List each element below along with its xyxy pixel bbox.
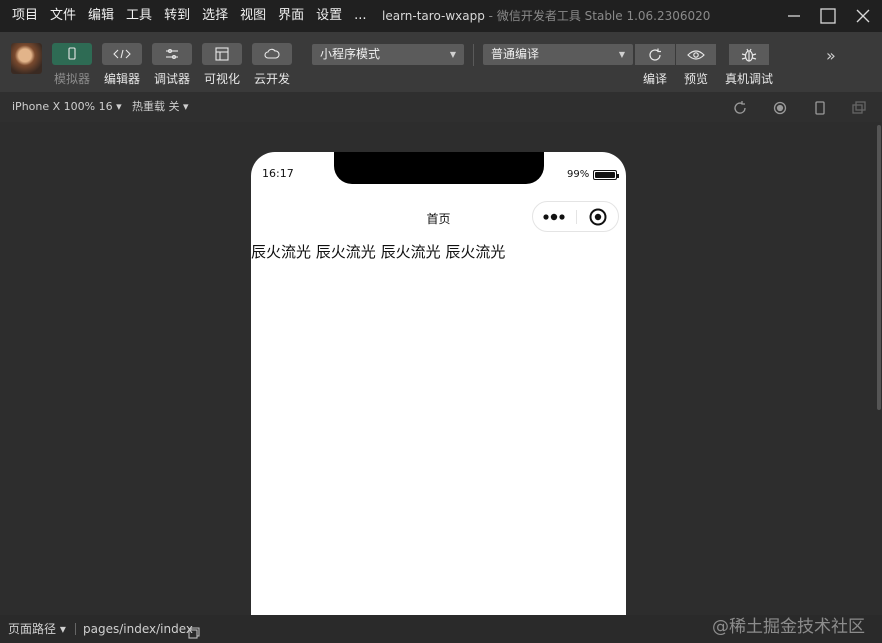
battery-tip	[617, 174, 619, 178]
menu-item-edit[interactable]: 编辑	[82, 0, 120, 32]
battery-percent: 99%	[567, 169, 590, 180]
capsule-menu[interactable]	[532, 201, 619, 232]
user-avatar[interactable]	[11, 43, 42, 74]
battery-fill	[595, 172, 615, 178]
popout-icon	[852, 101, 866, 114]
popout-button[interactable]	[852, 100, 866, 114]
compile-button[interactable]	[635, 44, 675, 65]
code-icon	[113, 49, 131, 59]
window-project-name: learn-taro-wxapp	[382, 9, 485, 23]
content-text: 辰火流光	[380, 243, 441, 261]
simulator-toggle-button[interactable]	[52, 43, 92, 65]
simulator-bar: iPhone X 100% 16 ▾ 热重载 关 ▾	[0, 92, 882, 122]
chevron-down-icon: ▾	[183, 100, 189, 113]
sliders-icon	[166, 48, 178, 60]
phone-icon	[68, 47, 76, 60]
visual-label: 可视化	[203, 72, 240, 86]
close-icon	[856, 9, 870, 23]
page-path-select[interactable]: 页面路径 ▾	[8, 615, 66, 643]
maximize-icon	[820, 8, 836, 24]
window-title: learn-taro-wxapp - 微信开发者工具 Stable 1.06.2…	[382, 0, 710, 32]
close-target-icon[interactable]	[589, 208, 607, 226]
simulator-label: 模拟器	[53, 72, 90, 86]
page-path-value: pages/index/index	[83, 622, 193, 636]
compile-label: 编译	[642, 72, 667, 86]
hot-reload-toggle[interactable]: 热重载 关 ▾	[132, 92, 189, 122]
mode-select-value: 小程序模式	[320, 47, 381, 61]
hot-reload-label: 热重载 关	[132, 100, 180, 113]
cloud-toggle-button[interactable]	[252, 43, 292, 65]
debugger-toggle-button[interactable]	[152, 43, 192, 65]
battery-icon	[593, 170, 619, 180]
rotate-button[interactable]	[733, 100, 747, 114]
page-path-label: 页面路径	[8, 622, 57, 636]
copy-path-button[interactable]	[188, 624, 200, 639]
scrollbar[interactable]	[877, 125, 881, 410]
menu-item-goto[interactable]: 转到	[158, 0, 196, 32]
status-time: 16:17	[262, 167, 294, 180]
cloud-label: 云开发	[253, 72, 290, 86]
minimize-icon	[788, 15, 800, 17]
page-content: 辰火流光 辰火流光 辰火流光 辰火流光	[251, 241, 505, 262]
editor-toggle-button[interactable]	[102, 43, 142, 65]
copy-icon	[188, 627, 200, 639]
chevron-down-icon: ▾	[59, 622, 66, 636]
debugger-label: 调试器	[153, 72, 190, 86]
editor-label: 编辑器	[103, 72, 140, 86]
title-bar: 项目 文件 编辑 工具 转到 选择 视图 界面 设置 ... learn-tar…	[0, 0, 882, 32]
layout-icon	[215, 47, 229, 61]
content-text: 辰火流光	[445, 243, 506, 261]
window-tool-name: 微信开发者工具 Stable 1.06.2306020	[496, 9, 711, 23]
maximize-button[interactable]	[810, 0, 846, 32]
watermark: @稀土掘金技术社区	[712, 617, 865, 637]
toolbar: 模拟器 编辑器 调试器 可视化 云开发 小程序模式 ▼ 普通编译 ▼ 编译 预览…	[0, 32, 882, 92]
toolbar-divider	[473, 44, 474, 66]
rotate-icon	[734, 101, 746, 114]
menu-item-tools[interactable]: 工具	[120, 0, 158, 32]
preview-button[interactable]	[676, 44, 716, 65]
phone-screen[interactable]: 16:17 99% 首页 辰火流光 辰火流光 辰火流光 辰火流光	[251, 152, 626, 615]
device-select-value: iPhone X 100% 16	[12, 100, 113, 113]
chevron-down-icon: ▼	[618, 50, 625, 59]
content-text: 辰火流光	[251, 243, 312, 261]
bug-icon	[741, 48, 757, 62]
compile-select[interactable]: 普通编译 ▼	[483, 44, 633, 65]
minimize-button[interactable]	[776, 0, 812, 32]
menu-bar: 项目 文件 编辑 工具 转到 选择 视图 界面 设置 ...	[0, 0, 373, 32]
menu-item-settings[interactable]: 设置	[310, 0, 348, 32]
device-select[interactable]: iPhone X 100% 16 ▾	[12, 92, 122, 122]
menu-item-select[interactable]: 选择	[196, 0, 234, 32]
close-button[interactable]	[845, 0, 881, 32]
menu-item-interface[interactable]: 界面	[272, 0, 310, 32]
remote-debug-button[interactable]	[729, 44, 769, 65]
phone-notch	[334, 152, 544, 184]
status-divider	[75, 623, 76, 635]
refresh-icon	[649, 48, 661, 61]
menu-item-file[interactable]: 文件	[44, 0, 82, 32]
remote-debug-label: 真机调试	[724, 72, 773, 86]
mode-select[interactable]: 小程序模式 ▼	[312, 44, 464, 65]
menu-item-project[interactable]: 项目	[6, 0, 44, 32]
eye-icon	[687, 49, 705, 60]
visual-toggle-button[interactable]	[202, 43, 242, 65]
device-button[interactable]	[813, 100, 827, 115]
capsule-divider	[576, 210, 577, 224]
preview-label: 预览	[683, 72, 708, 86]
chevron-down-icon: ▼	[449, 50, 456, 59]
cloud-icon	[264, 48, 280, 59]
double-chevron-right-icon[interactable]: »	[826, 46, 836, 65]
record-button[interactable]	[773, 100, 787, 115]
menu-item-more[interactable]: ...	[348, 0, 372, 32]
chevron-down-icon: ▾	[116, 100, 122, 113]
more-dots-icon[interactable]	[543, 210, 567, 224]
content-text: 辰火流光	[315, 243, 376, 261]
compile-select-value: 普通编译	[491, 47, 540, 61]
menu-item-view[interactable]: 视图	[234, 0, 272, 32]
record-icon	[773, 101, 787, 115]
window-title-separator: -	[484, 9, 497, 23]
device-icon	[815, 101, 825, 115]
